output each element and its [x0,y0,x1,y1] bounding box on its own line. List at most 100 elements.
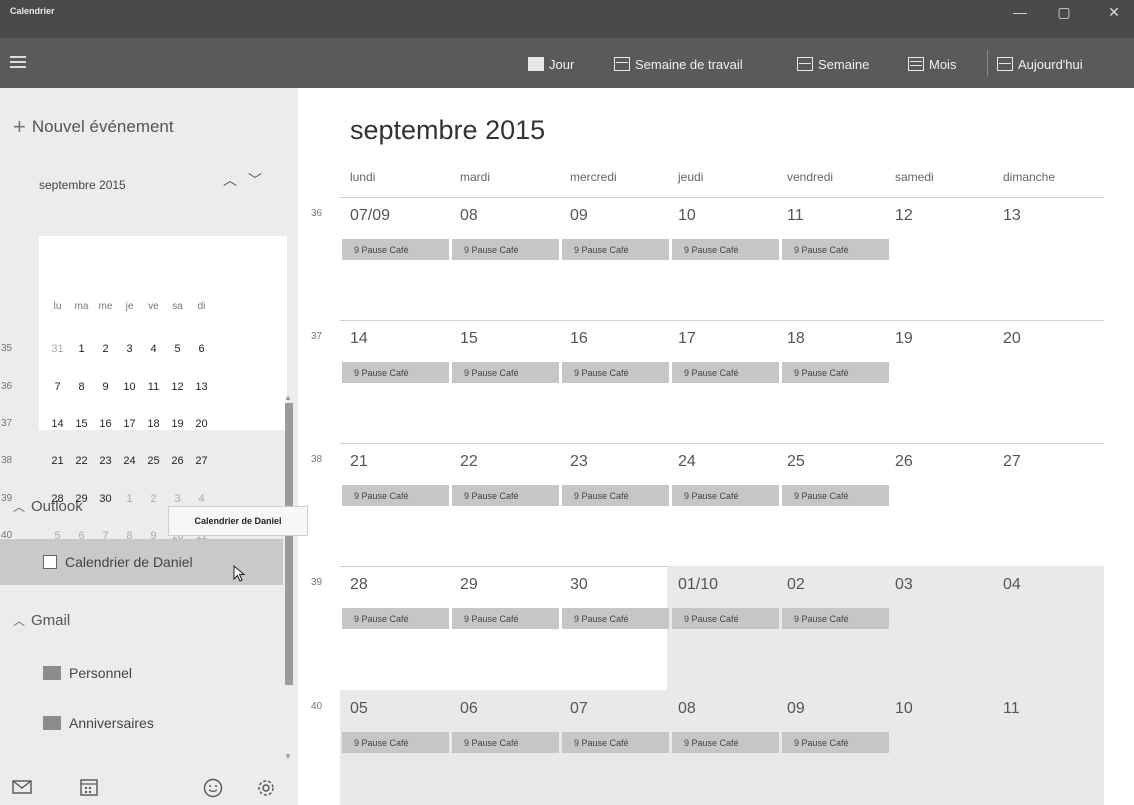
mini-day[interactable]: 13 [190,381,213,393]
mini-day[interactable]: 4 [142,343,165,355]
event-chip[interactable]: 9 Pause Café [672,362,779,383]
day-number[interactable]: 26 [895,453,913,471]
day-number[interactable]: 12 [895,207,913,225]
view-day-button[interactable]: Jour [528,53,574,75]
mini-day[interactable]: 4 [190,493,213,505]
event-chip[interactable]: 9 Pause Café [672,485,779,506]
day-number[interactable]: 10 [678,207,696,225]
chevron-up-icon[interactable]: ︿ [223,170,237,190]
mini-day[interactable]: 1 [118,493,141,505]
mini-day[interactable]: 6 [190,343,213,355]
event-chip[interactable]: 9 Pause Café [562,485,669,506]
day-number[interactable]: 21 [350,453,368,471]
scroll-up-arrow[interactable]: ▲ [284,393,292,402]
mini-calendar-title[interactable]: septembre 2015 [39,178,126,192]
mini-day[interactable]: 1 [70,343,93,355]
day-number[interactable]: 24 [678,453,696,471]
mini-day[interactable]: 20 [190,418,213,430]
day-number[interactable]: 06 [460,700,478,718]
event-chip[interactable]: 9 Pause Café [452,362,559,383]
day-number[interactable]: 02 [787,576,805,594]
mini-day[interactable]: 2 [142,493,165,505]
mini-day[interactable]: 7 [46,381,69,393]
event-chip[interactable]: 9 Pause Café [452,485,559,506]
mini-day[interactable]: 29 [70,493,93,505]
group-gmail[interactable]: ︿ Gmail [13,612,70,629]
event-chip[interactable]: 9 Pause Café [782,239,889,260]
event-chip[interactable]: 9 Pause Café [782,362,889,383]
calendar-checkbox[interactable] [43,555,57,569]
event-chip[interactable]: 9 Pause Café [782,485,889,506]
day-number[interactable]: 16 [570,330,588,348]
maximize-button[interactable]: ▢ [1044,4,1084,21]
day-number[interactable]: 13 [1003,207,1021,225]
day-number[interactable]: 07/09 [350,207,390,225]
mini-day[interactable]: 26 [166,455,189,467]
mini-day[interactable]: 22 [70,455,93,467]
day-number[interactable]: 14 [350,330,368,348]
mini-day[interactable]: 11 [142,381,165,393]
mini-day[interactable]: 8 [70,381,93,393]
mini-day[interactable]: 16 [94,418,117,430]
event-chip[interactable]: 9 Pause Café [562,239,669,260]
mini-day[interactable]: 24 [118,455,141,467]
minimize-button[interactable]: — [1000,4,1040,20]
day-number[interactable]: 03 [895,576,913,594]
day-number[interactable]: 08 [460,207,478,225]
mini-day[interactable]: 7 [94,530,117,542]
event-chip[interactable]: 9 Pause Café [562,608,669,629]
calendar-item-anniversaires[interactable]: Anniversaires [0,700,283,746]
mini-day[interactable]: 17 [118,418,141,430]
mini-day[interactable]: 3 [118,343,141,355]
day-number[interactable]: 08 [678,700,696,718]
day-number[interactable]: 18 [787,330,805,348]
event-chip[interactable]: 9 Pause Café [562,732,669,753]
event-chip[interactable]: 9 Pause Café [342,485,449,506]
event-chip[interactable]: 9 Pause Café [342,239,449,260]
event-chip[interactable]: 9 Pause Café [562,362,669,383]
mini-day[interactable]: 28 [46,493,69,505]
event-chip[interactable]: 9 Pause Café [452,239,559,260]
day-number[interactable]: 11 [1003,700,1020,718]
smiley-feedback-icon[interactable] [203,778,223,798]
event-chip[interactable]: 9 Pause Café [342,732,449,753]
day-number[interactable]: 25 [787,453,805,471]
day-number[interactable]: 17 [678,330,696,348]
chevron-down-icon[interactable]: ﹀ [248,170,262,190]
day-number[interactable]: 11 [787,207,804,225]
day-number[interactable]: 04 [1003,576,1021,594]
mini-day[interactable]: 23 [94,455,117,467]
day-number[interactable]: 29 [460,576,478,594]
day-number[interactable]: 09 [787,700,805,718]
mini-day[interactable]: 27 [190,455,213,467]
new-event-button[interactable]: + Nouvel événement [13,116,174,138]
day-number[interactable]: 27 [1003,453,1021,471]
mini-day[interactable]: 10 [118,381,141,393]
calendar-item-personnel[interactable]: Personnel [0,650,283,696]
day-number[interactable]: 05 [350,700,368,718]
view-workweek-button[interactable]: Semaine de travail [614,53,743,75]
mini-day[interactable]: 31 [46,343,69,355]
event-chip[interactable]: 9 Pause Café [342,608,449,629]
view-week-button[interactable]: Semaine [797,53,869,75]
day-number[interactable]: 10 [895,700,913,718]
mini-day[interactable]: 6 [70,530,93,542]
mini-day[interactable]: 19 [166,418,189,430]
mini-day[interactable]: 14 [46,418,69,430]
event-chip[interactable]: 9 Pause Café [452,732,559,753]
mini-day[interactable]: 8 [118,530,141,542]
event-chip[interactable]: 9 Pause Café [452,608,559,629]
mail-icon[interactable] [12,779,32,795]
mini-day[interactable]: 5 [166,343,189,355]
mini-day[interactable]: 25 [142,455,165,467]
gear-icon[interactable] [256,778,276,798]
day-number[interactable]: 07 [570,700,588,718]
day-number[interactable]: 28 [350,576,368,594]
mini-day[interactable]: 2 [94,343,117,355]
mini-day[interactable]: 18 [142,418,165,430]
today-button[interactable]: Aujourd'hui [997,53,1083,75]
event-chip[interactable]: 9 Pause Café [672,239,779,260]
day-number[interactable]: 22 [460,453,478,471]
day-number[interactable]: 15 [460,330,478,348]
sidebar-scrollbar[interactable] [285,403,293,685]
